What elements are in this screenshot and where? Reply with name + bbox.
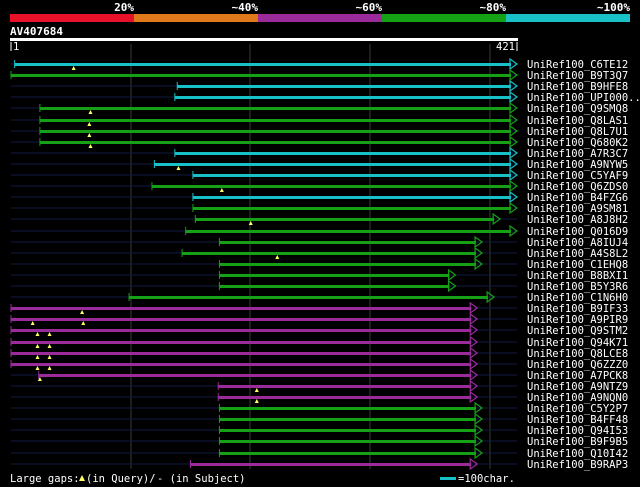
hit-alignment-bar: [11, 307, 472, 310]
hit-alignment-bar: [219, 440, 477, 443]
query-title: AV407684: [10, 25, 63, 38]
hit-label: UniRef100_B9RAP3: [527, 459, 628, 471]
legend-segment-2: [134, 14, 258, 22]
hit-alignment-bar: [11, 341, 472, 344]
hit-alignment-bar: [11, 318, 472, 321]
hit-alignment-bar: [182, 252, 477, 255]
legend-label-40: ~40%: [232, 1, 259, 14]
footer-gaps-query: (in Query)/: [86, 473, 156, 485]
hit-alignment-bar: [154, 163, 511, 166]
hit-alignment-bar: [219, 274, 450, 277]
hit-alignment-bar: [219, 452, 477, 455]
footer-scale-label: =100char.: [458, 473, 515, 485]
hit-alignment-bar: [219, 241, 477, 244]
identity-legend: [10, 14, 630, 22]
hit-label: UniRef100_Q9STM2: [527, 325, 628, 337]
hit-alignment-bar: [195, 218, 495, 221]
hit-alignment-bar: [219, 407, 477, 410]
hit-alignment-bar: [39, 119, 512, 122]
legend-segment-4: [382, 14, 506, 22]
hit-alignment-bar: [190, 463, 472, 466]
hit-alignment-bar: [39, 130, 512, 133]
legend-segment-5: [506, 14, 630, 22]
legend-segment-3: [258, 14, 382, 22]
footer-gaps-subject: - (in Subject): [157, 473, 246, 485]
hit-alignment-bar: [185, 230, 511, 233]
hit-label: UniRef100_Q9SMQ8: [527, 103, 628, 115]
hit-label: UniRef100_B9F9B5: [527, 436, 628, 448]
hit-alignment-bar: [151, 185, 511, 188]
hit-alignment-bar: [38, 374, 472, 377]
hit-alignment-bar: [11, 363, 472, 366]
scale-bar: [440, 477, 456, 480]
hit-alignment-bar: [218, 385, 472, 388]
hit-alignment-bar: [192, 207, 511, 210]
query-end-label: 421: [496, 41, 515, 53]
hit-alignment-bar: [39, 141, 512, 144]
hit-alignment-bar: [129, 296, 489, 299]
hit-alignment-bar: [219, 418, 477, 421]
hit-alignment-bar: [192, 196, 511, 199]
hit-alignment-bar: [174, 152, 511, 155]
hit-alignment-bar: [219, 285, 450, 288]
hit-alignment-bar: [219, 429, 477, 432]
footer-gaps-prefix: Large gaps:: [10, 473, 80, 485]
hit-alignment-bar: [174, 96, 511, 99]
hit-alignment-bar: [39, 107, 512, 110]
legend-label-60: ~60%: [356, 1, 383, 14]
blast-alignment-overview: 20% ~40% ~60% ~80% ~100% AV407684 1 421 …: [0, 0, 640, 487]
legend-label-80: ~80%: [480, 1, 507, 14]
hit-alignment-bar: [11, 352, 472, 355]
legend-label-20: 20%: [114, 1, 134, 14]
hit-alignment-bar: [177, 85, 511, 88]
legend-label-100: ~100%: [597, 1, 630, 14]
legend-segment-1: [10, 14, 134, 22]
query-bar: [10, 38, 518, 41]
query-start-label: 1: [13, 41, 19, 53]
hit-alignment-bar: [11, 74, 511, 77]
hit-alignment-bar: [219, 263, 477, 266]
hit-alignment-bar: [11, 329, 472, 332]
hit-alignment-bar: [192, 174, 511, 177]
hit-alignment-bar: [14, 63, 511, 66]
hit-label: UniRef100_A8J8H2: [527, 214, 628, 226]
hit-alignment-bar: [218, 396, 472, 399]
